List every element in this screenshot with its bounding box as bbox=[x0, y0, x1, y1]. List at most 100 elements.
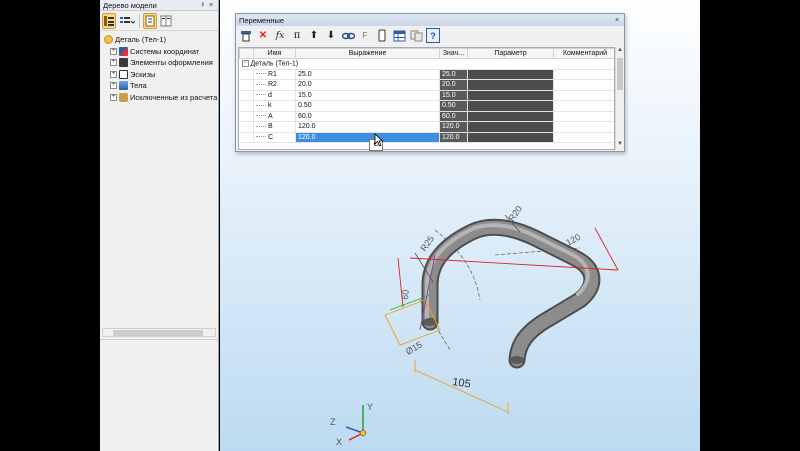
expand-icon[interactable]: + bbox=[110, 59, 117, 67]
scrollbar-thumb[interactable] bbox=[617, 58, 623, 90]
row-gutter bbox=[239, 69, 254, 80]
scroll-down-icon[interactable]: ▼ bbox=[616, 141, 624, 150]
var-parameter bbox=[467, 79, 554, 91]
var-name-text: R2 bbox=[268, 81, 277, 89]
list-view-button[interactable] bbox=[118, 13, 136, 29]
tree-horizontal-scrollbar[interactable] bbox=[102, 328, 216, 337]
var-parameter bbox=[467, 132, 554, 143]
row-gutter bbox=[239, 100, 254, 112]
variables-title: Переменные bbox=[239, 15, 285, 25]
close-variables-button[interactable]: × bbox=[613, 17, 621, 24]
document-icon bbox=[145, 15, 155, 26]
close-tree-button[interactable]: × bbox=[207, 2, 215, 9]
var-name[interactable]: B bbox=[253, 121, 296, 133]
var-comment[interactable] bbox=[553, 79, 614, 91]
dim-length-top: 120 bbox=[564, 232, 582, 248]
var-name[interactable]: A bbox=[253, 111, 296, 122]
function-icon[interactable]: fx bbox=[273, 28, 287, 43]
var-value: 120.0 bbox=[439, 132, 468, 143]
tree-line bbox=[256, 104, 266, 106]
table-row[interactable]: d 15.0 15.0 bbox=[239, 90, 614, 101]
var-parameter bbox=[467, 111, 554, 122]
scroll-up-icon[interactable]: ▲ bbox=[616, 47, 624, 56]
variables-vertical-scrollbar[interactable]: ▲ ▼ bbox=[615, 47, 624, 150]
table-row-selected[interactable]: C 120.0 120.0 bbox=[239, 132, 614, 143]
var-parameter bbox=[467, 121, 554, 133]
var-comment[interactable] bbox=[553, 121, 614, 133]
var-expression[interactable]: 120.0 bbox=[295, 121, 440, 133]
tree-item-label: Исключенные из расчета bbox=[130, 92, 218, 102]
table-row[interactable]: B 120.0 120.0 bbox=[239, 121, 614, 133]
column-header-expression[interactable]: Выражение bbox=[295, 48, 440, 59]
var-name[interactable]: R2 bbox=[253, 79, 296, 91]
tree-view-button[interactable] bbox=[102, 12, 116, 29]
tree-item-excluded[interactable]: + Исключенные из расчета bbox=[104, 92, 218, 104]
tree-item-annotations[interactable]: + Элементы оформления bbox=[104, 57, 218, 69]
column-header-comment[interactable]: Комментарий bbox=[553, 48, 614, 59]
var-expression[interactable]: 25.0 bbox=[295, 69, 440, 80]
column-header-name[interactable]: Имя bbox=[253, 48, 296, 59]
tree-item-label: Эскизы bbox=[130, 69, 156, 79]
doc-view-button[interactable] bbox=[143, 12, 157, 29]
var-name-text: B bbox=[268, 123, 273, 131]
var-parameter bbox=[467, 100, 554, 112]
bent-tube-model[interactable] bbox=[421, 218, 601, 369]
device-icon[interactable] bbox=[375, 28, 389, 43]
tree-item-bodies[interactable]: + Тела bbox=[104, 80, 218, 92]
var-expression-editing[interactable]: 120.0 bbox=[295, 132, 440, 143]
var-comment[interactable] bbox=[553, 132, 614, 143]
var-name[interactable]: C bbox=[253, 132, 296, 143]
table-icon[interactable] bbox=[239, 28, 253, 43]
var-name-text: d bbox=[268, 91, 272, 99]
expand-icon[interactable]: + bbox=[110, 82, 117, 90]
model-tree-title: Дерево модели bbox=[103, 0, 157, 10]
link-icon[interactable] bbox=[341, 28, 355, 43]
expand-icon[interactable]: + bbox=[110, 70, 117, 78]
var-name[interactable]: d bbox=[253, 90, 296, 101]
var-expression[interactable]: 20.0 bbox=[295, 79, 440, 91]
table-row[interactable]: R2 20.0 20.0 bbox=[239, 79, 614, 91]
collapse-icon[interactable]: − bbox=[241, 60, 249, 68]
table-group-row[interactable]: − Деталь (Тел-1) bbox=[239, 58, 614, 70]
table-row[interactable]: k 0.50 0.50 bbox=[239, 100, 614, 112]
move-up-icon[interactable]: ⬆ bbox=[307, 28, 321, 43]
var-name[interactable]: R1 bbox=[253, 69, 296, 80]
delete-icon[interactable]: ✕ bbox=[256, 28, 270, 43]
var-expression[interactable]: 60.0 bbox=[295, 111, 440, 122]
var-expression[interactable]: 0.50 bbox=[295, 100, 440, 112]
var-value: 120.0 bbox=[439, 121, 468, 133]
var-expression[interactable]: 15.0 bbox=[295, 90, 440, 101]
var-name[interactable]: k bbox=[253, 100, 296, 112]
variables-titlebar[interactable]: Переменные × bbox=[236, 14, 624, 26]
move-down-icon[interactable]: ⬇ bbox=[324, 28, 338, 43]
model-tree-toolbar bbox=[100, 11, 218, 31]
tree-item-sketches[interactable]: + Эскизы bbox=[104, 69, 218, 81]
copy-icon[interactable] bbox=[409, 28, 423, 43]
split-view-button[interactable] bbox=[159, 13, 173, 29]
table-row[interactable]: A 60.0 60.0 bbox=[239, 111, 614, 122]
var-comment[interactable] bbox=[553, 111, 614, 122]
model-tree-header: Дерево модели ᵖ × bbox=[100, 0, 218, 11]
var-parameter bbox=[467, 69, 554, 80]
column-header-value[interactable]: Знач... bbox=[439, 48, 468, 59]
external-var-icon[interactable]: F bbox=[358, 28, 372, 43]
var-comment[interactable] bbox=[553, 100, 614, 112]
tree-root-node[interactable]: Деталь (Тел-1) bbox=[104, 34, 218, 46]
var-value: 60.0 bbox=[439, 111, 468, 122]
expand-icon[interactable]: + bbox=[110, 93, 117, 101]
column-header-parameter[interactable]: Параметр bbox=[467, 48, 554, 59]
var-comment[interactable] bbox=[553, 69, 614, 80]
row-gutter bbox=[239, 121, 254, 133]
dim-height: 60 bbox=[400, 289, 411, 300]
application-window: Дерево модели ᵖ × Деталь (Тел-1) + Систе… bbox=[100, 0, 700, 451]
help-icon[interactable]: ? bbox=[426, 28, 440, 43]
pi-icon[interactable]: π bbox=[290, 28, 304, 43]
table-row[interactable]: R1 25.0 25.0 bbox=[239, 69, 614, 80]
row-gutter bbox=[239, 79, 254, 91]
expand-icon[interactable]: + bbox=[110, 47, 117, 55]
scrollbar-thumb[interactable] bbox=[113, 330, 203, 336]
tree-item-coordinate-systems[interactable]: + Системы координат bbox=[104, 46, 218, 58]
spreadsheet-icon[interactable] bbox=[392, 28, 406, 43]
var-comment[interactable] bbox=[553, 90, 614, 101]
pin-button[interactable]: ᵖ bbox=[199, 2, 207, 9]
